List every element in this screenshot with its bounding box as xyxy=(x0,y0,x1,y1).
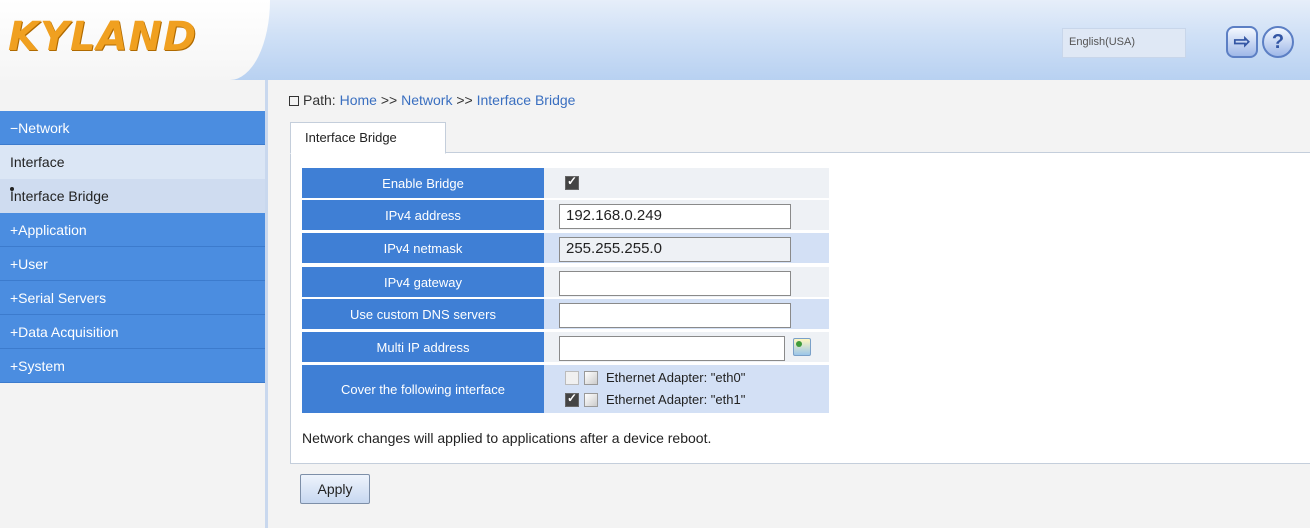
eth0-checkbox[interactable] xyxy=(565,371,579,385)
logo-area: KYLAND xyxy=(0,0,270,80)
dns-input[interactable] xyxy=(559,303,791,328)
help-icon[interactable]: ? xyxy=(1262,26,1294,58)
sidebar-item-label: Interface Bridge xyxy=(10,188,109,204)
ipv4-address-label: IPv4 address xyxy=(302,200,544,231)
sidebar-item-interface-bridge[interactable]: Interface Bridge xyxy=(0,179,265,213)
sidebar-item-data-acquisition[interactable]: +Data Acquisition xyxy=(0,315,265,349)
enable-bridge-label: Enable Bridge xyxy=(302,168,544,199)
sidebar-item-system[interactable]: +System xyxy=(0,349,265,383)
multi-ip-input[interactable] xyxy=(559,336,785,361)
apply-button[interactable]: Apply xyxy=(300,474,370,504)
cover-interface-label: Cover the following interface xyxy=(302,365,544,414)
breadcrumb-home[interactable]: Home xyxy=(340,92,377,108)
language-select[interactable]: English(USA) xyxy=(1062,28,1186,58)
sidebar-item-serial-servers[interactable]: +Serial Servers xyxy=(0,281,265,315)
active-bullet-icon xyxy=(10,187,14,191)
eth1-label: Ethernet Adapter: "eth1" xyxy=(606,392,746,407)
row-dns: Use custom DNS servers xyxy=(302,299,829,331)
sidebar-divider xyxy=(265,80,268,528)
row-ipv4-address: IPv4 address 192.168.0.249 xyxy=(302,200,829,232)
tab-interface-bridge[interactable]: Interface Bridge xyxy=(290,122,446,154)
ipv4-netmask-input[interactable]: 255.255.255.0 xyxy=(559,237,791,262)
ethernet-adapter-icon xyxy=(584,371,598,385)
row-enable-bridge: Enable Bridge xyxy=(302,168,829,200)
multi-ip-label: Multi IP address xyxy=(302,332,544,363)
sidebar-item-network[interactable]: −Network xyxy=(0,111,265,145)
tab-line xyxy=(446,152,1310,153)
kyland-logo: KYLAND xyxy=(8,14,198,60)
row-ipv4-netmask: IPv4 netmask 255.255.255.0 xyxy=(302,233,829,265)
breadcrumb-current: Interface Bridge xyxy=(476,92,576,108)
reboot-notice: Network changes will applied to applicat… xyxy=(302,430,712,446)
row-cover-interface: Cover the following interface Ethernet A… xyxy=(302,365,829,415)
row-ipv4-gateway: IPv4 gateway xyxy=(302,267,829,299)
path-box-icon xyxy=(289,96,299,106)
header-bar: KYLAND English(USA) ⇨ ? xyxy=(0,0,1310,80)
dns-label: Use custom DNS servers xyxy=(302,299,544,330)
breadcrumb-network[interactable]: Network xyxy=(401,92,452,108)
ipv4-gateway-label: IPv4 gateway xyxy=(302,267,544,298)
breadcrumb: Path: Home >> Network >> Interface Bridg… xyxy=(289,92,575,108)
ipv4-address-input[interactable]: 192.168.0.249 xyxy=(559,204,791,229)
add-ip-icon[interactable] xyxy=(793,338,811,356)
sidebar-item-interface[interactable]: Interface xyxy=(0,145,265,179)
eth1-checkbox[interactable] xyxy=(565,391,579,407)
logout-icon[interactable]: ⇨ xyxy=(1226,26,1258,58)
ipv4-gateway-input[interactable] xyxy=(559,271,791,296)
row-multi-ip: Multi IP address xyxy=(302,332,829,364)
sidebar-item-user[interactable]: +User xyxy=(0,247,265,281)
ethernet-adapter-icon xyxy=(584,393,598,407)
enable-bridge-checkbox[interactable] xyxy=(565,174,579,190)
eth0-label: Ethernet Adapter: "eth0" xyxy=(606,370,746,385)
ipv4-netmask-label: IPv4 netmask xyxy=(302,233,544,264)
sidebar-item-application[interactable]: +Application xyxy=(0,213,265,247)
